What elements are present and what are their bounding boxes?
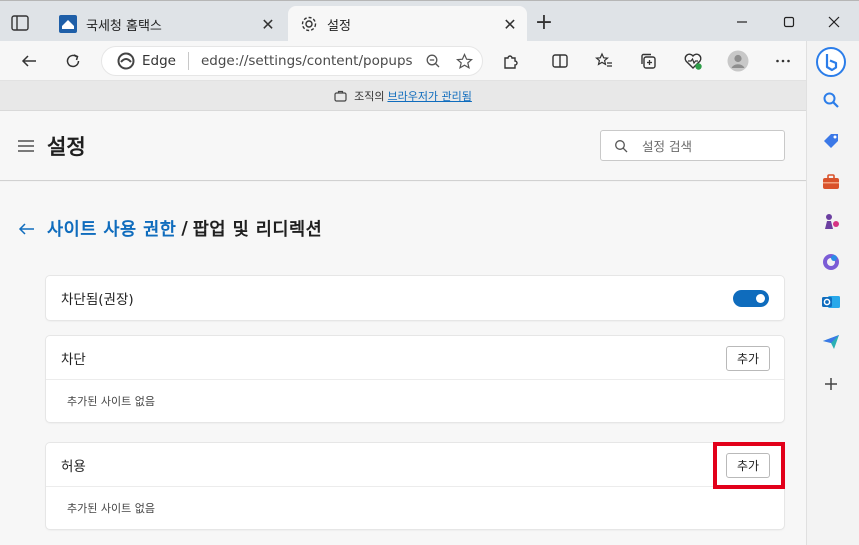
- block-section-card: 차단 추가 추가된 사이트 없음: [46, 336, 784, 422]
- microsoft-365-icon[interactable]: [820, 251, 842, 273]
- hometax-favicon-icon: [59, 15, 77, 33]
- blocked-toggle-label: 차단됨(권장): [61, 292, 134, 308]
- split-screen-icon[interactable]: [546, 47, 574, 75]
- block-add-button[interactable]: 추가: [726, 346, 770, 371]
- settings-search-input[interactable]: 설정 검색: [600, 130, 785, 161]
- toggle-knob: [756, 294, 765, 303]
- allow-section-card: 허용 추가 추가된 사이트 없음: [46, 443, 784, 529]
- search-placeholder: 설정 검색: [642, 139, 692, 154]
- favorite-star-icon[interactable]: [451, 48, 477, 74]
- search-icon[interactable]: [820, 89, 842, 111]
- extensions-puzzle-icon[interactable]: [497, 47, 525, 75]
- outlook-icon[interactable]: [820, 291, 842, 313]
- banner-text: 조직의: [354, 89, 385, 103]
- managed-browser-banner: 조직의 브라우저가 관리됨: [0, 81, 806, 111]
- edge-logo-icon: [117, 52, 135, 70]
- blocked-toggle-switch[interactable]: [733, 290, 769, 307]
- collections-icon[interactable]: [634, 47, 662, 75]
- bing-copilot-icon[interactable]: [816, 47, 846, 77]
- block-section-label: 차단: [61, 351, 86, 368]
- browser-toolbar: Edge edge://settings/content/popups: [0, 41, 806, 81]
- gear-icon: [300, 15, 318, 33]
- back-arrow-icon[interactable]: [15, 47, 43, 75]
- tab-hometax[interactable]: 국세청 홈택스 ✕: [47, 6, 285, 42]
- edge-sidebar: [806, 41, 859, 545]
- shopping-tag-icon[interactable]: [820, 131, 842, 153]
- block-empty-text: 추가된 사이트 없음: [67, 395, 155, 408]
- briefcase-icon: [334, 90, 347, 102]
- blocked-toggle-card: 차단됨(권장): [46, 276, 784, 320]
- address-brand-label: Edge: [142, 53, 176, 69]
- tab-title: 국세청 홈택스: [86, 18, 162, 34]
- blocked-toggle-row: 차단됨(권장): [46, 276, 784, 320]
- breadcrumb: 사이트 사용 권한 / 팝업 및 리디렉션: [18, 216, 322, 241]
- tab-settings[interactable]: 설정 ✕: [288, 6, 527, 42]
- block-section-header: 차단 추가: [46, 336, 784, 380]
- settings-header: 설정 설정 검색: [0, 111, 806, 181]
- managed-link[interactable]: 브라우저가 관리됨: [387, 88, 471, 104]
- new-tab-plus-icon[interactable]: +: [533, 12, 555, 35]
- tools-briefcase-icon[interactable]: [820, 171, 842, 193]
- games-chess-icon[interactable]: [820, 211, 842, 233]
- favorites-icon[interactable]: [590, 47, 618, 75]
- tab-strip: 국세청 홈택스 ✕ 설정 ✕ +: [0, 0, 859, 42]
- tab-close-icon[interactable]: ✕: [497, 11, 523, 37]
- settings-content: 사이트 사용 권한 / 팝업 및 리디렉션 차단됨(권장) 차단 추가 추가된 …: [0, 182, 806, 545]
- maximize-icon[interactable]: [775, 9, 803, 35]
- allow-section-label: 허용: [61, 458, 86, 475]
- address-divider: [187, 52, 189, 70]
- back-arrow-icon[interactable]: [18, 220, 36, 238]
- add-sidebar-app-plus-icon[interactable]: [820, 373, 842, 395]
- address-bar[interactable]: Edge edge://settings/content/popups: [101, 46, 483, 76]
- zoom-out-icon[interactable]: [420, 48, 446, 74]
- page-title: 설정: [47, 135, 86, 159]
- window-close-icon[interactable]: [820, 9, 848, 35]
- tab-actions-icon[interactable]: [10, 13, 30, 33]
- tab-close-icon[interactable]: ✕: [255, 11, 281, 37]
- refresh-icon[interactable]: [59, 47, 87, 75]
- breadcrumb-current: 팝업 및 리디렉션: [192, 220, 323, 240]
- allow-empty-text: 추가된 사이트 없음: [67, 502, 155, 515]
- allow-add-button[interactable]: 추가: [726, 453, 770, 478]
- profile-avatar[interactable]: [724, 47, 752, 75]
- more-menu-icon[interactable]: [769, 47, 797, 75]
- tab-title: 설정: [327, 18, 351, 34]
- allow-section-header: 허용 추가: [46, 443, 784, 487]
- address-url[interactable]: edge://settings/content/popups: [201, 53, 420, 69]
- breadcrumb-parent-link[interactable]: 사이트 사용 권한: [47, 216, 176, 241]
- breadcrumb-separator: /: [181, 218, 188, 239]
- hamburger-menu-icon[interactable]: [18, 140, 34, 152]
- send-drop-icon[interactable]: [820, 331, 842, 353]
- browser-essentials-heart-icon[interactable]: [679, 47, 707, 75]
- minimize-icon[interactable]: [728, 9, 756, 35]
- search-icon: [615, 139, 628, 152]
